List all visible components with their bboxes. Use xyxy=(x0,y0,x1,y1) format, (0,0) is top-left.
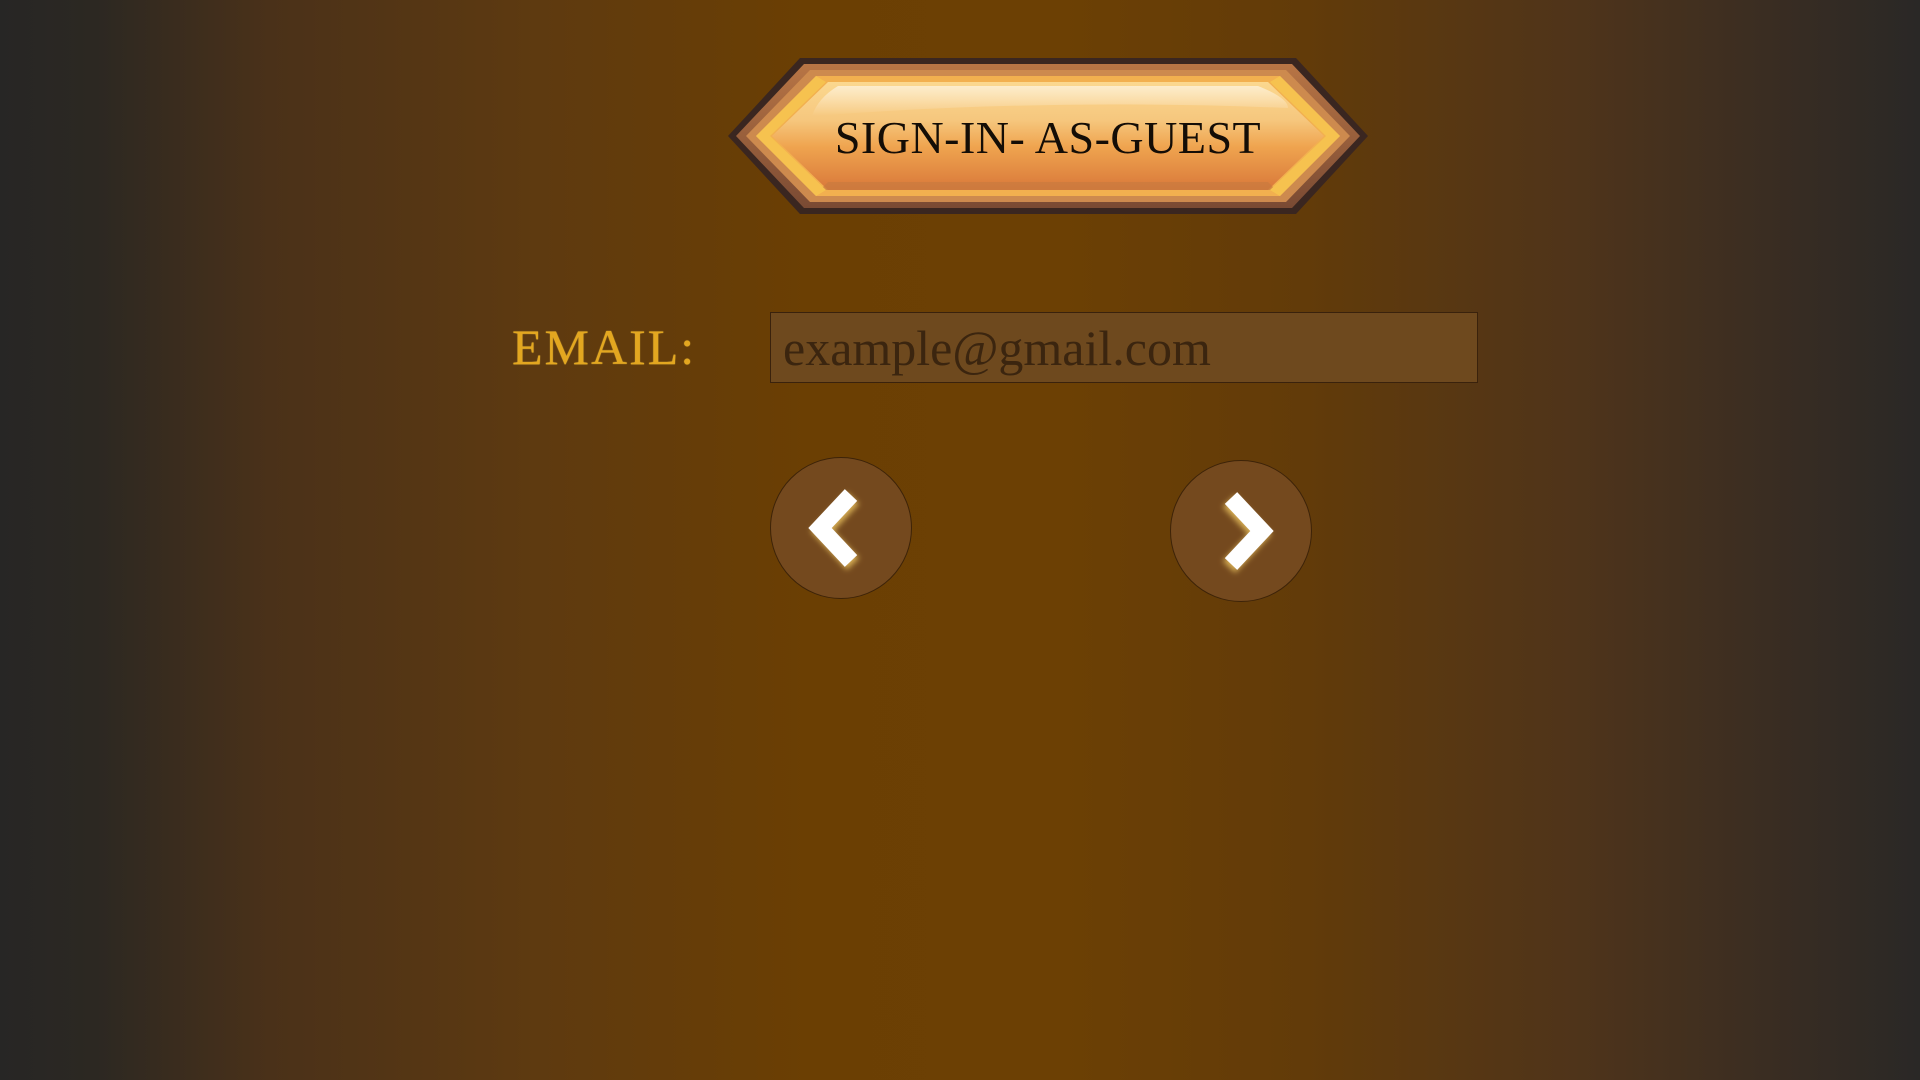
email-input[interactable] xyxy=(770,312,1478,383)
chevron-left-icon xyxy=(808,489,858,567)
back-button[interactable] xyxy=(770,457,912,599)
banner-title: SIGN-IN- AS-GUEST xyxy=(834,111,1262,163)
email-label: EMAIL: xyxy=(512,319,697,375)
title-banner: SIGN-IN- AS-GUEST xyxy=(728,58,1368,214)
next-button[interactable] xyxy=(1170,460,1312,602)
chevron-right-icon xyxy=(1224,492,1274,570)
